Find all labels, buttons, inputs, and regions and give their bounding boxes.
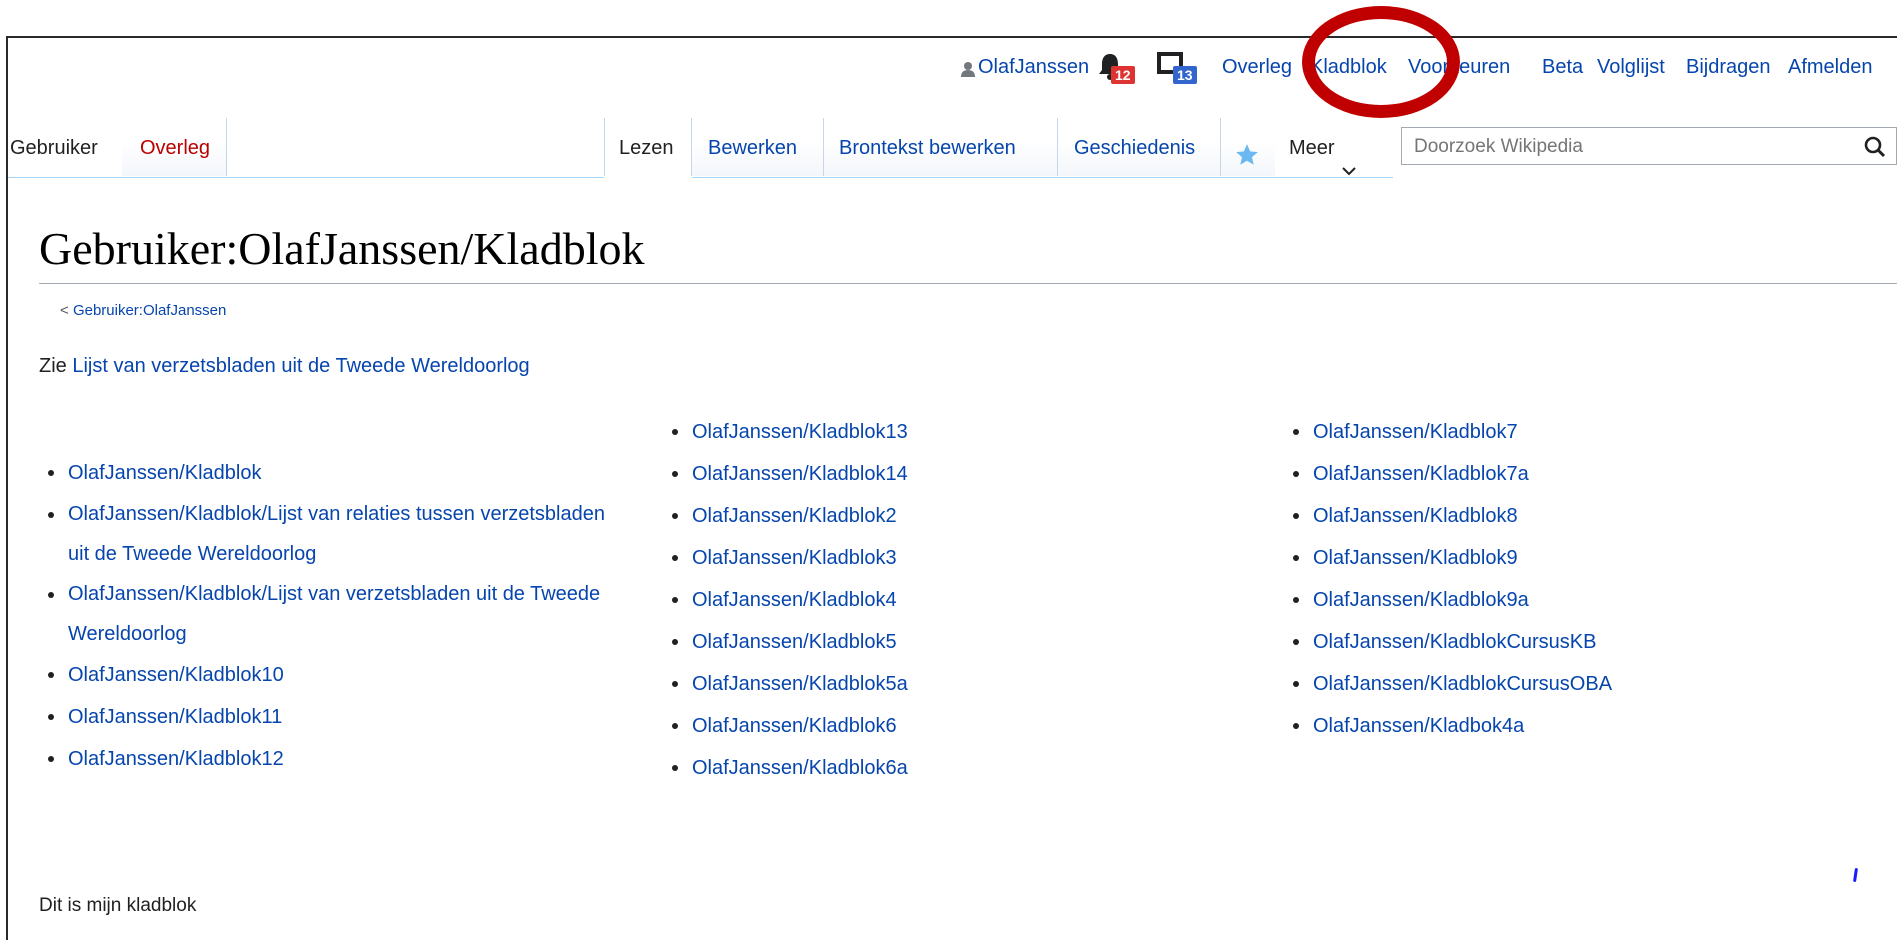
list-item: OlafJanssen/KladblokCursusKB — [1287, 621, 1847, 663]
list-item: OlafJanssen/Kladblok2 — [666, 495, 1166, 537]
ptools-watchlist-link[interactable]: Volglijst — [1597, 56, 1665, 79]
alerts-count-badge: 12 — [1111, 66, 1135, 84]
subpage-link[interactable]: OlafJanssen/Kladblok5 — [692, 631, 897, 653]
subpage-link[interactable]: OlafJanssen/Kladblok11 — [68, 706, 282, 728]
breadcrumb-prefix: < — [60, 302, 69, 319]
list-item: OlafJanssen/Kladblok7 — [1287, 411, 1847, 453]
tab-user-page[interactable]: Gebruiker — [8, 118, 125, 176]
list-item: OlafJanssen/Kladblok14 — [666, 453, 1166, 495]
subpage-link[interactable]: OlafJanssen/Kladblok6 — [692, 715, 897, 737]
subpage-list-col3: OlafJanssen/Kladblok7 OlafJanssen/Kladbl… — [1287, 411, 1847, 747]
intro-text: Zie — [39, 355, 67, 377]
intro-link[interactable]: Lijst van verzetsbladen uit de Tweede We… — [72, 355, 529, 377]
list-item: OlafJanssen/Kladblok7a — [1287, 453, 1847, 495]
top-margin — [0, 0, 1897, 36]
personal-tools: OlafJanssen 12 13 Overleg Kladblok Voork… — [0, 52, 1897, 84]
notices-count-badge: 13 — [1173, 66, 1197, 84]
subpage-link[interactable]: OlafJanssen/Kladblok/Lijst van verzetsbl… — [68, 574, 628, 654]
subpage-link[interactable]: OlafJanssen/KladblokCursusKB — [1313, 631, 1596, 653]
list-item: OlafJanssen/Kladbok4a — [1287, 705, 1847, 747]
tab-history-label: Geschiedenis — [1074, 137, 1196, 159]
list-item: OlafJanssen/Kladblok — [42, 452, 642, 494]
list-item: OlafJanssen/Kladblok/Lijst van relaties … — [42, 494, 642, 574]
breadcrumb: < Gebruiker:OlafJanssen — [60, 302, 226, 319]
list-item: OlafJanssen/Kladblok12 — [42, 738, 642, 780]
tab-edit-source-label: Brontekst bewerken — [839, 137, 1016, 159]
user-icon — [960, 60, 976, 83]
subpage-link[interactable]: OlafJanssen/KladblokCursusOBA — [1313, 673, 1612, 695]
list-item: OlafJanssen/Kladblok3 — [666, 537, 1166, 579]
subpage-list-col1: OlafJanssen/Kladblok OlafJanssen/Kladblo… — [42, 452, 642, 780]
list-item: OlafJanssen/Kladblok5a — [666, 663, 1166, 705]
subpage-link[interactable]: OlafJanssen/Kladblok12 — [68, 748, 284, 770]
tab-edit-label: Bewerken — [708, 137, 797, 159]
breadcrumb-parent-link[interactable]: Gebruiker:OlafJanssen — [73, 302, 226, 319]
tab-user-page-label: Gebruiker — [10, 137, 98, 159]
list-item: OlafJanssen/KladblokCursusOBA — [1287, 663, 1847, 705]
list-item: OlafJanssen/Kladblok11 — [42, 696, 642, 738]
subpage-list-col2: OlafJanssen/Kladblok13 OlafJanssen/Kladb… — [666, 411, 1166, 789]
chevron-down-icon — [1341, 141, 1357, 201]
subpage-link[interactable]: OlafJanssen/Kladblok4 — [692, 589, 897, 611]
ptools-beta-link[interactable]: Beta — [1542, 56, 1583, 79]
outro-text: Dit is mijn kladblok — [39, 895, 197, 916]
subpage-link[interactable]: OlafJanssen/Kladblok3 — [692, 547, 897, 569]
search-icon — [1864, 136, 1886, 158]
more-menu[interactable]: Meer — [1275, 118, 1393, 176]
ptools-logout-link[interactable]: Afmelden — [1788, 56, 1873, 79]
subpage-link[interactable]: OlafJanssen/Kladblok10 — [68, 664, 284, 686]
search-box — [1401, 127, 1897, 165]
subpage-link[interactable]: OlafJanssen/Kladblok13 — [692, 421, 908, 443]
username-link[interactable]: OlafJanssen — [978, 56, 1089, 79]
tabs-divider-right — [692, 177, 1393, 178]
subpage-link[interactable]: OlafJanssen/Kladblok/Lijst van relaties … — [68, 494, 608, 574]
subpage-link[interactable]: OlafJanssen/Kladblok9a — [1313, 589, 1529, 611]
ptools-talk-link[interactable]: Overleg — [1222, 56, 1292, 79]
annotation-circle — [1302, 6, 1460, 118]
list-item: OlafJanssen/Kladblok6a — [666, 747, 1166, 789]
title-divider — [39, 283, 1897, 284]
tab-edit-source[interactable]: Brontekst bewerken — [824, 118, 1058, 176]
page-title: Gebruiker:OlafJanssen/Kladblok — [39, 223, 645, 274]
search-input[interactable] — [1412, 132, 1836, 162]
subpage-link[interactable]: OlafJanssen/Kladblok9 — [1313, 547, 1518, 569]
subpage-link[interactable]: OlafJanssen/Kladblok7 — [1313, 421, 1518, 443]
subpage-link[interactable]: OlafJanssen/Kladbok4a — [1313, 715, 1524, 737]
subpage-link[interactable]: OlafJanssen/Kladblok — [68, 462, 261, 484]
intro-paragraph: Zie Lijst van verzetsbladen uit de Tweed… — [39, 355, 530, 378]
list-item: OlafJanssen/Kladblok5 — [666, 621, 1166, 663]
subpage-link[interactable]: OlafJanssen/Kladblok2 — [692, 505, 897, 527]
tab-read[interactable]: Lezen — [604, 118, 692, 176]
list-item: OlafJanssen/Kladblok/Lijst van verzetsbl… — [42, 574, 642, 654]
search-button[interactable] — [1862, 134, 1888, 160]
ptools-contributions-link[interactable]: Bijdragen — [1686, 56, 1771, 79]
tabs-divider-left — [8, 177, 604, 178]
subpage-link[interactable]: OlafJanssen/Kladblok8 — [1313, 505, 1518, 527]
list-item: OlafJanssen/Kladblok4 — [666, 579, 1166, 621]
tab-edit[interactable]: Bewerken — [692, 118, 824, 176]
tab-talk[interactable]: Overleg — [122, 118, 227, 176]
star-icon — [1234, 132, 1260, 192]
tab-read-label: Lezen — [619, 137, 674, 159]
subpage-link[interactable]: OlafJanssen/Kladblok7a — [1313, 463, 1529, 485]
list-item: OlafJanssen/Kladblok8 — [1287, 495, 1847, 537]
watch-star-button[interactable] — [1221, 118, 1275, 176]
list-item: OlafJanssen/Kladblok9 — [1287, 537, 1847, 579]
tab-history[interactable]: Geschiedenis — [1058, 118, 1221, 176]
list-item: OlafJanssen/Kladblok9a — [1287, 579, 1847, 621]
list-item: OlafJanssen/Kladblok13 — [666, 411, 1166, 453]
more-menu-label: Meer — [1289, 137, 1335, 159]
list-item: OlafJanssen/Kladblok6 — [666, 705, 1166, 747]
list-item: OlafJanssen/Kladblok10 — [42, 654, 642, 696]
subpage-link[interactable]: OlafJanssen/Kladblok14 — [692, 463, 908, 485]
subpage-link[interactable]: OlafJanssen/Kladblok6a — [692, 757, 908, 779]
subpage-link[interactable]: OlafJanssen/Kladblok5a — [692, 673, 908, 695]
tab-talk-label: Overleg — [140, 137, 211, 159]
